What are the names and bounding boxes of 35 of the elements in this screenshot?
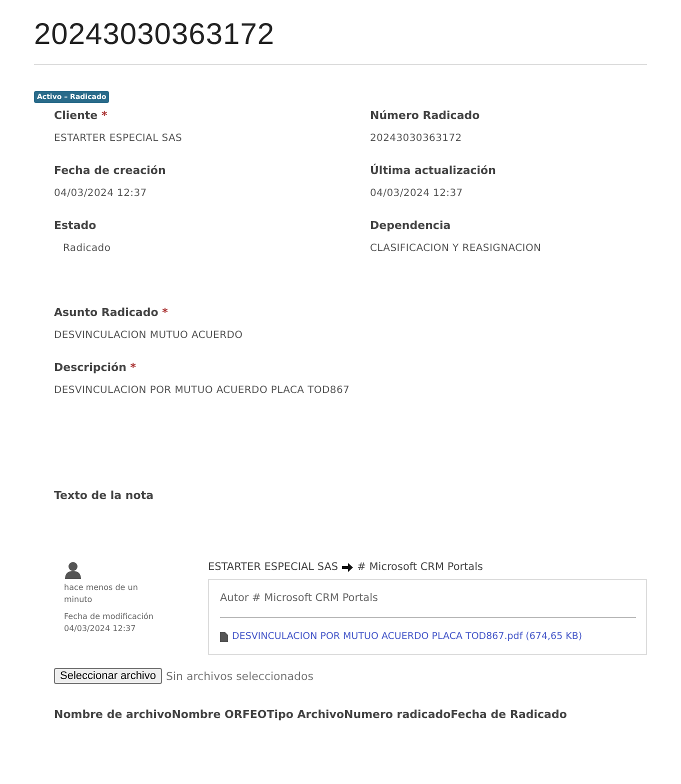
column-header: Tipo Archivo — [266, 708, 344, 721]
arrow-icon — [342, 562, 354, 572]
column-header: Numero radicado — [344, 708, 451, 721]
field-label: Dependencia — [370, 219, 452, 232]
field-label: Asunto Radicado * — [54, 306, 169, 319]
modified-date: 04/03/2024 12:37 — [64, 624, 137, 633]
notes-label: Texto de la nota — [54, 489, 154, 502]
field-label: Fecha de creación — [54, 164, 167, 177]
note-recipient: # Microsoft CRM Portals — [357, 561, 483, 573]
field-value: Radicado — [62, 243, 112, 254]
field-value: 04/03/2024 12:37 — [54, 188, 148, 199]
document-icon — [220, 632, 228, 642]
choose-file-button[interactable]: Seleccionar archivo — [54, 668, 162, 684]
note-time: hace menos de un minuto — [64, 582, 139, 606]
field-label: Estado — [54, 219, 98, 232]
field-label: Descripción * — [54, 361, 138, 374]
field-label: Última actualización — [370, 164, 497, 177]
page-title: 20243030363172 — [34, 18, 276, 52]
file-status: Sin archivos seleccionados — [166, 670, 314, 682]
field-value: DESVINCULACION POR MUTUO ACUERDO PLACA TOD867 — [54, 385, 351, 396]
field-label: Número Radicado — [370, 109, 481, 122]
attachment-link[interactable]: DESVINCULACION POR MUTUO ACUERDO PLACA TOD867.pdf (674,65 KB) — [232, 631, 582, 642]
field-value: DESVINCULACION MUTUO ACUERDO — [54, 330, 244, 341]
modified-label: Fecha de modificación — [64, 612, 154, 621]
field-label: Cliente * — [54, 109, 108, 122]
column-header: Nombre de archivo — [54, 708, 172, 721]
column-header: Fecha de Radicado — [450, 708, 567, 721]
field-value: ESTARTER ESPECIAL SAS — [54, 133, 184, 144]
note-author: Autor # Microsoft CRM Portals — [220, 592, 636, 618]
user-icon — [64, 561, 82, 579]
field-value: 04/03/2024 12:37 — [370, 188, 464, 199]
field-value: CLASIFICACION Y REASIGNACION — [370, 243, 542, 254]
note-sender: ESTARTER ESPECIAL SAS — [208, 561, 338, 573]
field-value: 20243030363172 — [370, 133, 463, 144]
column-header: Nombre ORFEO — [172, 708, 267, 721]
